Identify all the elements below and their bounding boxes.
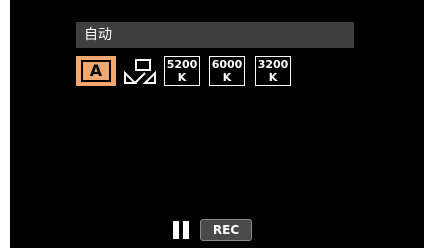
temp-value: 5200 bbox=[166, 58, 198, 71]
rec-button[interactable]: REC bbox=[200, 219, 252, 241]
wb-3200k-option[interactable]: 3200 K bbox=[255, 56, 291, 86]
menu-title: 自动 bbox=[84, 27, 112, 43]
temp-unit: K bbox=[268, 71, 278, 84]
wb-5200k-option[interactable]: 5200 K bbox=[164, 56, 200, 86]
pause-icon bbox=[173, 221, 191, 239]
auto-icon: A bbox=[81, 60, 111, 82]
temp-value: 3200 bbox=[257, 58, 289, 71]
white-balance-manual-icon bbox=[124, 59, 156, 84]
wb-6000k-option[interactable]: 6000 K bbox=[209, 56, 245, 86]
temp-unit: K bbox=[177, 71, 187, 84]
temp-unit: K bbox=[222, 71, 232, 84]
wb-manual-option[interactable] bbox=[122, 56, 158, 86]
camera-screen: 自动 A 5200 K 6000 K 3200 K REC bbox=[0, 0, 435, 248]
wb-auto-option[interactable]: A bbox=[76, 56, 116, 86]
temp-value: 6000 bbox=[211, 58, 243, 71]
menu-title-bar: 自动 bbox=[76, 22, 354, 48]
